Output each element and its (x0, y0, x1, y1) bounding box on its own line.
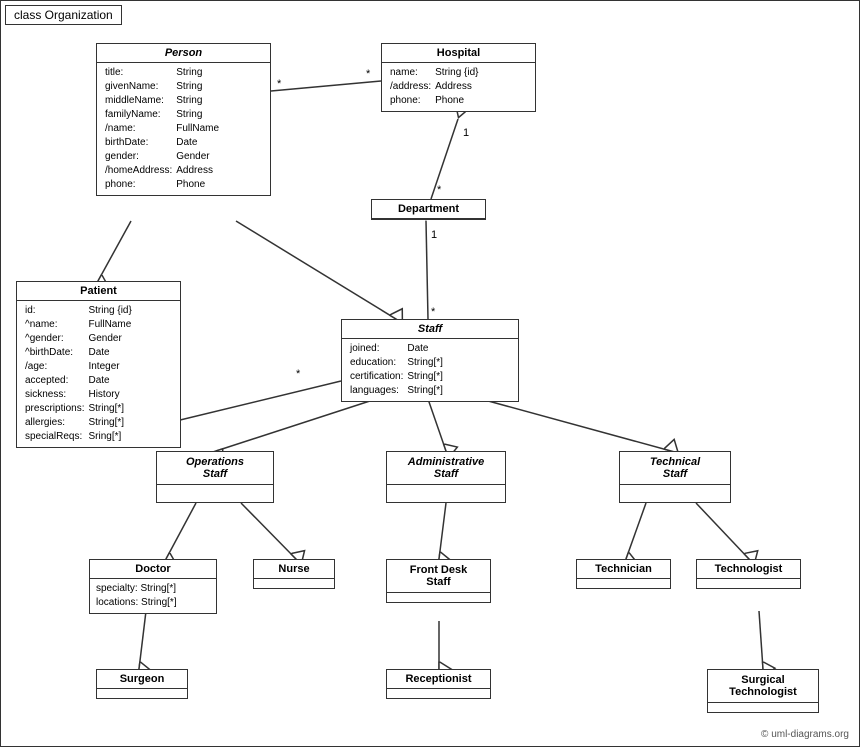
patient-class: Patient id:String {id} ^name:FullName ^g… (16, 281, 181, 448)
doctor-class-attrs: specialty: String[*]locations: String[*] (90, 579, 216, 613)
surgical-technologist-class: SurgicalTechnologist (707, 669, 819, 713)
receptionist-class: Receptionist (386, 669, 491, 699)
technologist-class: Technologist (696, 559, 801, 589)
hospital-class-attrs: name:String {id} /address:Address phone:… (382, 63, 535, 111)
staff-class-name: Staff (342, 320, 518, 339)
svg-text:*: * (437, 184, 442, 196)
operations-staff-class-name: OperationsStaff (157, 452, 273, 485)
front-desk-staff-class-name: Front DeskStaff (387, 560, 490, 593)
svg-text:*: * (366, 68, 371, 80)
diagram: class Organization * * 1 * (0, 0, 860, 747)
administrative-staff-class-name: AdministrativeStaff (387, 452, 505, 485)
doctor-class: Doctor specialty: String[*]locations: St… (89, 559, 217, 614)
technologist-class-name: Technologist (697, 560, 800, 579)
person-class-name: Person (97, 44, 270, 63)
surgical-technologist-class-name: SurgicalTechnologist (708, 670, 818, 703)
hospital-class-name: Hospital (382, 44, 535, 63)
nurse-class: Nurse (253, 559, 335, 589)
staff-class-attrs: joined:Date education:String[*] certific… (342, 339, 518, 401)
front-desk-staff-class: Front DeskStaff (386, 559, 491, 603)
svg-text:*: * (277, 78, 282, 90)
technician-class: Technician (576, 559, 671, 589)
svg-text:1: 1 (431, 229, 437, 241)
department-class: Department (371, 199, 486, 220)
technical-staff-class: TechnicalStaff (619, 451, 731, 503)
receptionist-class-name: Receptionist (387, 670, 490, 689)
svg-text:*: * (296, 368, 301, 380)
doctor-class-name: Doctor (90, 560, 216, 579)
department-class-name: Department (372, 200, 485, 219)
technician-class-name: Technician (577, 560, 670, 579)
diagram-title: class Organization (5, 5, 122, 25)
person-class-attrs: title:String givenName:String middleName… (97, 63, 270, 195)
surgeon-class-name: Surgeon (97, 670, 187, 689)
svg-text:*: * (431, 306, 436, 318)
person-class: Person title:String givenName:String mid… (96, 43, 271, 196)
patient-class-name: Patient (17, 282, 180, 301)
operations-staff-class: OperationsStaff (156, 451, 274, 503)
hospital-class: Hospital name:String {id} /address:Addre… (381, 43, 536, 112)
copyright: © uml-diagrams.org (761, 729, 849, 740)
svg-text:1: 1 (463, 127, 469, 139)
administrative-staff-class: AdministrativeStaff (386, 451, 506, 503)
technical-staff-class-name: TechnicalStaff (620, 452, 730, 485)
nurse-class-name: Nurse (254, 560, 334, 579)
patient-class-attrs: id:String {id} ^name:FullName ^gender:Ge… (17, 301, 180, 447)
staff-class: Staff joined:Date education:String[*] ce… (341, 319, 519, 402)
surgeon-class: Surgeon (96, 669, 188, 699)
